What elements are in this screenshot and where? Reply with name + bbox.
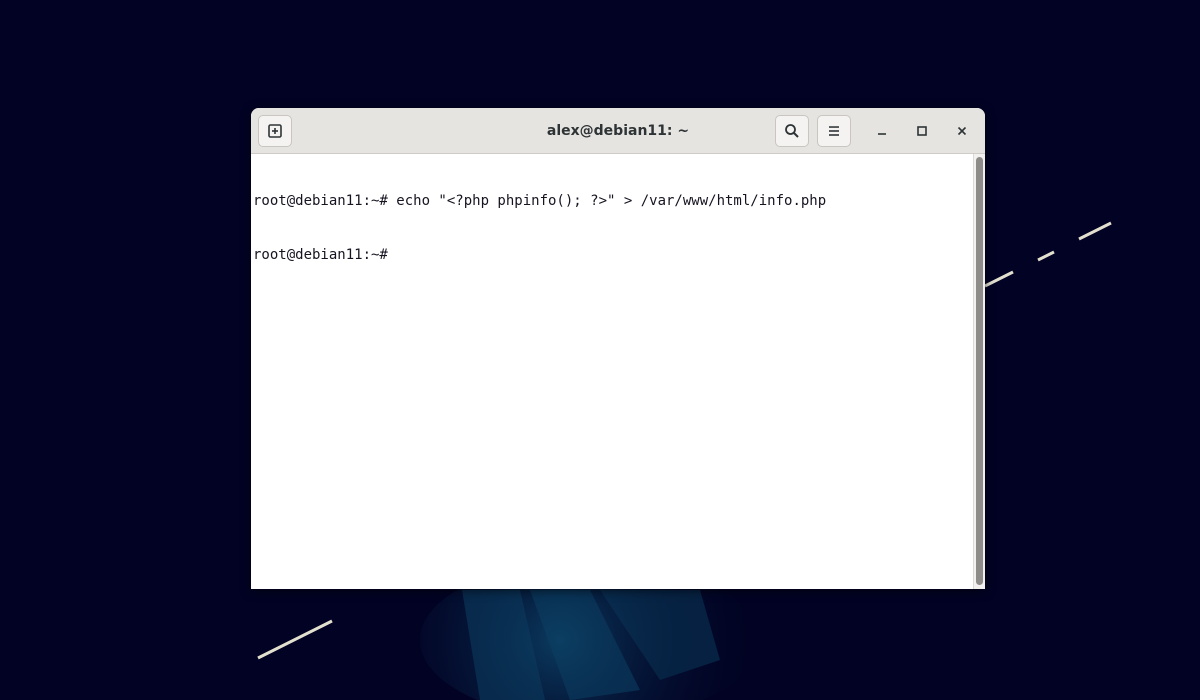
terminal-scrollbar[interactable] — [973, 154, 985, 589]
minimize-icon — [878, 133, 886, 135]
search-button[interactable] — [775, 115, 809, 147]
scrollbar-thumb[interactable] — [976, 157, 983, 585]
new-tab-icon — [268, 124, 282, 138]
hamburger-menu-icon — [829, 126, 839, 136]
headerbar: alex@debian11: ~ — [251, 108, 985, 154]
new-tab-button[interactable] — [258, 115, 292, 147]
terminal-output[interactable]: root@debian11:~# echo "<?php phpinfo(); … — [251, 154, 973, 589]
terminal-line: root@debian11:~# echo "<?php phpinfo(); … — [253, 193, 827, 209]
minimize-button[interactable] — [870, 119, 894, 143]
maximize-icon — [917, 126, 927, 136]
search-icon — [785, 124, 799, 138]
terminal-prompt-line: root@debian11:~# — [253, 247, 397, 263]
terminal-window: alex@debian11: ~ root@debian11:~# echo "… — [251, 108, 985, 589]
menu-button[interactable] — [817, 115, 851, 147]
desktop: alex@debian11: ~ root@debian11:~# echo "… — [0, 0, 1200, 700]
close-icon — [957, 126, 967, 136]
close-button[interactable] — [950, 119, 974, 143]
maximize-button[interactable] — [910, 119, 934, 143]
